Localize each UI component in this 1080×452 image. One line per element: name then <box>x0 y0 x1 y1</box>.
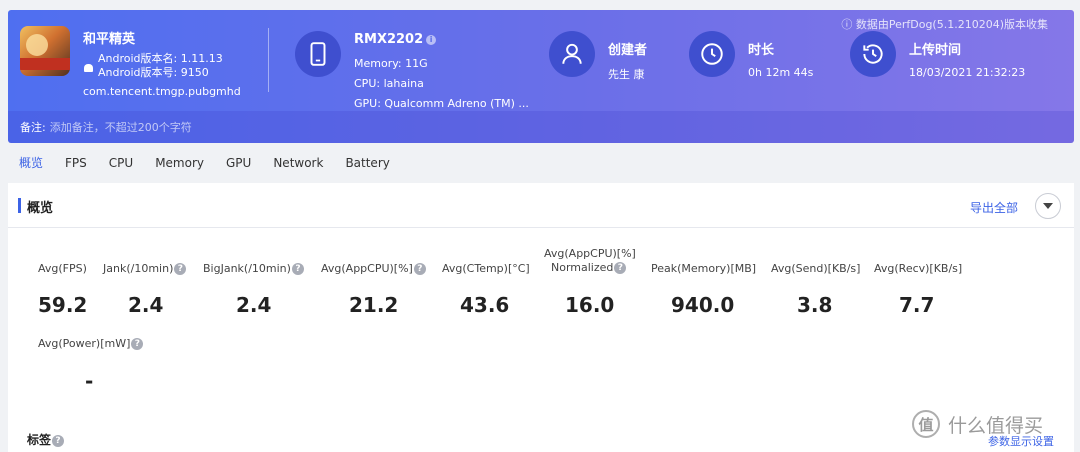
app-version-name: Android版本名: 1.11.13 <box>98 52 223 65</box>
header-divider <box>268 28 269 92</box>
metric-avg-recv: Avg(Recv)[KB/s] <box>874 262 962 276</box>
user-icon <box>549 31 595 77</box>
collect-note-text: 数据由PerfDog(5.1.210204)版本收集 <box>855 18 1048 31</box>
watermark: 值 什么值得买 <box>912 410 1043 438</box>
tab-network[interactable]: Network <box>262 152 334 174</box>
watermark-logo: 值 <box>912 410 940 438</box>
metric-label: Avg(AppCPU)[%] <box>544 247 636 260</box>
help-icon[interactable]: ? <box>291 263 304 275</box>
metric-value: 16.0 <box>565 293 615 317</box>
phone-icon <box>295 31 341 77</box>
metric-avg-fps: Avg(FPS) <box>38 262 87 276</box>
metric-value: 43.6 <box>460 293 510 317</box>
metric-tabs: 概览 FPS CPU Memory GPU Network Battery <box>8 152 401 174</box>
metric-value: 7.7 <box>899 293 935 317</box>
help-icon[interactable]: ? <box>131 338 144 350</box>
tags-section: 标签? <box>27 431 65 448</box>
clock-icon <box>689 31 735 77</box>
perfdog-report-page: ⓘ 数据由PerfDog(5.1.210204)版本收集 和平精英 Androi… <box>0 0 1080 452</box>
watermark-text: 什么值得买 <box>948 414 1044 437</box>
metric-label: Avg(AppCPU)[%] <box>321 262 413 275</box>
metric-label: Normalized <box>551 261 614 274</box>
upload-time-label: 上传时间 <box>909 43 962 58</box>
app-version-info: Android版本名: 1.11.13 Android版本号: 9150 <box>98 52 223 80</box>
metric-appcpu-normalized: Avg(AppCPU)[%] Normalized? <box>544 247 636 275</box>
metric-value: - <box>85 369 94 393</box>
help-icon[interactable]: ? <box>174 263 187 275</box>
metric-avg-send: Avg(Send)[KB/s] <box>771 262 860 276</box>
metric-value: 2.4 <box>128 293 164 317</box>
metric-label: Avg(FPS) <box>38 262 87 275</box>
app-icon <box>20 26 70 76</box>
tab-gpu[interactable]: GPU <box>215 152 262 174</box>
card-divider <box>8 227 1074 228</box>
tab-memory[interactable]: Memory <box>144 152 215 174</box>
creator-label: 创建者 <box>608 43 648 58</box>
tab-fps[interactable]: FPS <box>54 152 98 174</box>
report-header-banner: ⓘ 数据由PerfDog(5.1.210204)版本收集 和平精英 Androi… <box>8 10 1074 143</box>
app-package: com.tencent.tmgp.pubgmhd <box>83 85 241 98</box>
tab-battery[interactable]: Battery <box>334 152 400 174</box>
metric-label: Avg(Send)[KB/s] <box>771 262 861 275</box>
metric-avg-appcpu: Avg(AppCPU)[%]? <box>321 262 426 276</box>
metric-label: BigJank(/10min) <box>203 262 291 275</box>
app-version-code: Android版本号: 9150 <box>98 66 209 79</box>
help-icon[interactable]: ? <box>614 262 627 274</box>
upload-time-value: 18/03/2021 21:32:23 <box>909 66 1026 79</box>
metric-label: Avg(Power)[mW] <box>38 337 131 350</box>
metric-jank: Jank(/10min)? <box>103 262 187 276</box>
help-icon[interactable]: ? <box>52 434 65 447</box>
collect-version-note: ⓘ 数据由PerfDog(5.1.210204)版本收集 <box>841 18 1048 31</box>
creator-value: 先生 康 <box>608 68 645 81</box>
overview-title: 概览 <box>27 201 54 216</box>
collapse-button[interactable] <box>1035 193 1061 219</box>
help-icon[interactable]: ? <box>413 263 426 275</box>
export-all-button[interactable]: 导出全部 <box>970 199 1018 216</box>
metric-value: 3.8 <box>797 293 833 317</box>
duration-label: 时长 <box>748 43 775 58</box>
tags-label: 标签 <box>27 433 52 447</box>
device-memory: Memory: 11G <box>354 57 428 70</box>
metric-avg-power: Avg(Power)[mW]? <box>38 337 144 351</box>
metric-value: 59.2 <box>38 293 88 317</box>
device-gpu: GPU: Qualcomm Adreno (TM) ... <box>354 97 529 110</box>
note-input[interactable]: 添加备注，不超过200个字符 <box>50 119 192 135</box>
title-accent-bar <box>18 198 21 213</box>
metric-avg-ctemp: Avg(CTemp)[°C] <box>442 262 530 276</box>
note-bar: 备注: 添加备注，不超过200个字符 <box>8 111 1074 143</box>
info-icon[interactable]: i <box>426 34 437 45</box>
metric-peak-memory: Peak(Memory)[MB] <box>651 262 756 276</box>
metric-label: Avg(CTemp)[°C] <box>442 262 530 275</box>
android-icon <box>84 62 93 73</box>
tab-cpu[interactable]: CPU <box>98 152 144 174</box>
metric-label: Jank(/10min) <box>103 262 174 275</box>
duration-value: 0h 12m 44s <box>748 66 814 79</box>
chevron-down-icon <box>1043 203 1053 209</box>
metric-label: Peak(Memory)[MB] <box>651 262 757 275</box>
metric-bigjank: BigJank(/10min)? <box>203 262 304 276</box>
device-model: RMX2202 i <box>354 32 437 47</box>
note-label: 备注: <box>20 121 46 134</box>
app-name: 和平精英 <box>83 32 136 47</box>
metric-value: 2.4 <box>236 293 272 317</box>
metric-label: Avg(Recv)[KB/s] <box>874 262 963 275</box>
tab-overview[interactable]: 概览 <box>8 152 54 174</box>
device-cpu: CPU: lahaina <box>354 77 424 90</box>
history-icon <box>850 31 896 77</box>
metric-value: 940.0 <box>671 293 735 317</box>
device-model-text: RMX2202 <box>354 32 424 47</box>
metric-value: 21.2 <box>349 293 399 317</box>
